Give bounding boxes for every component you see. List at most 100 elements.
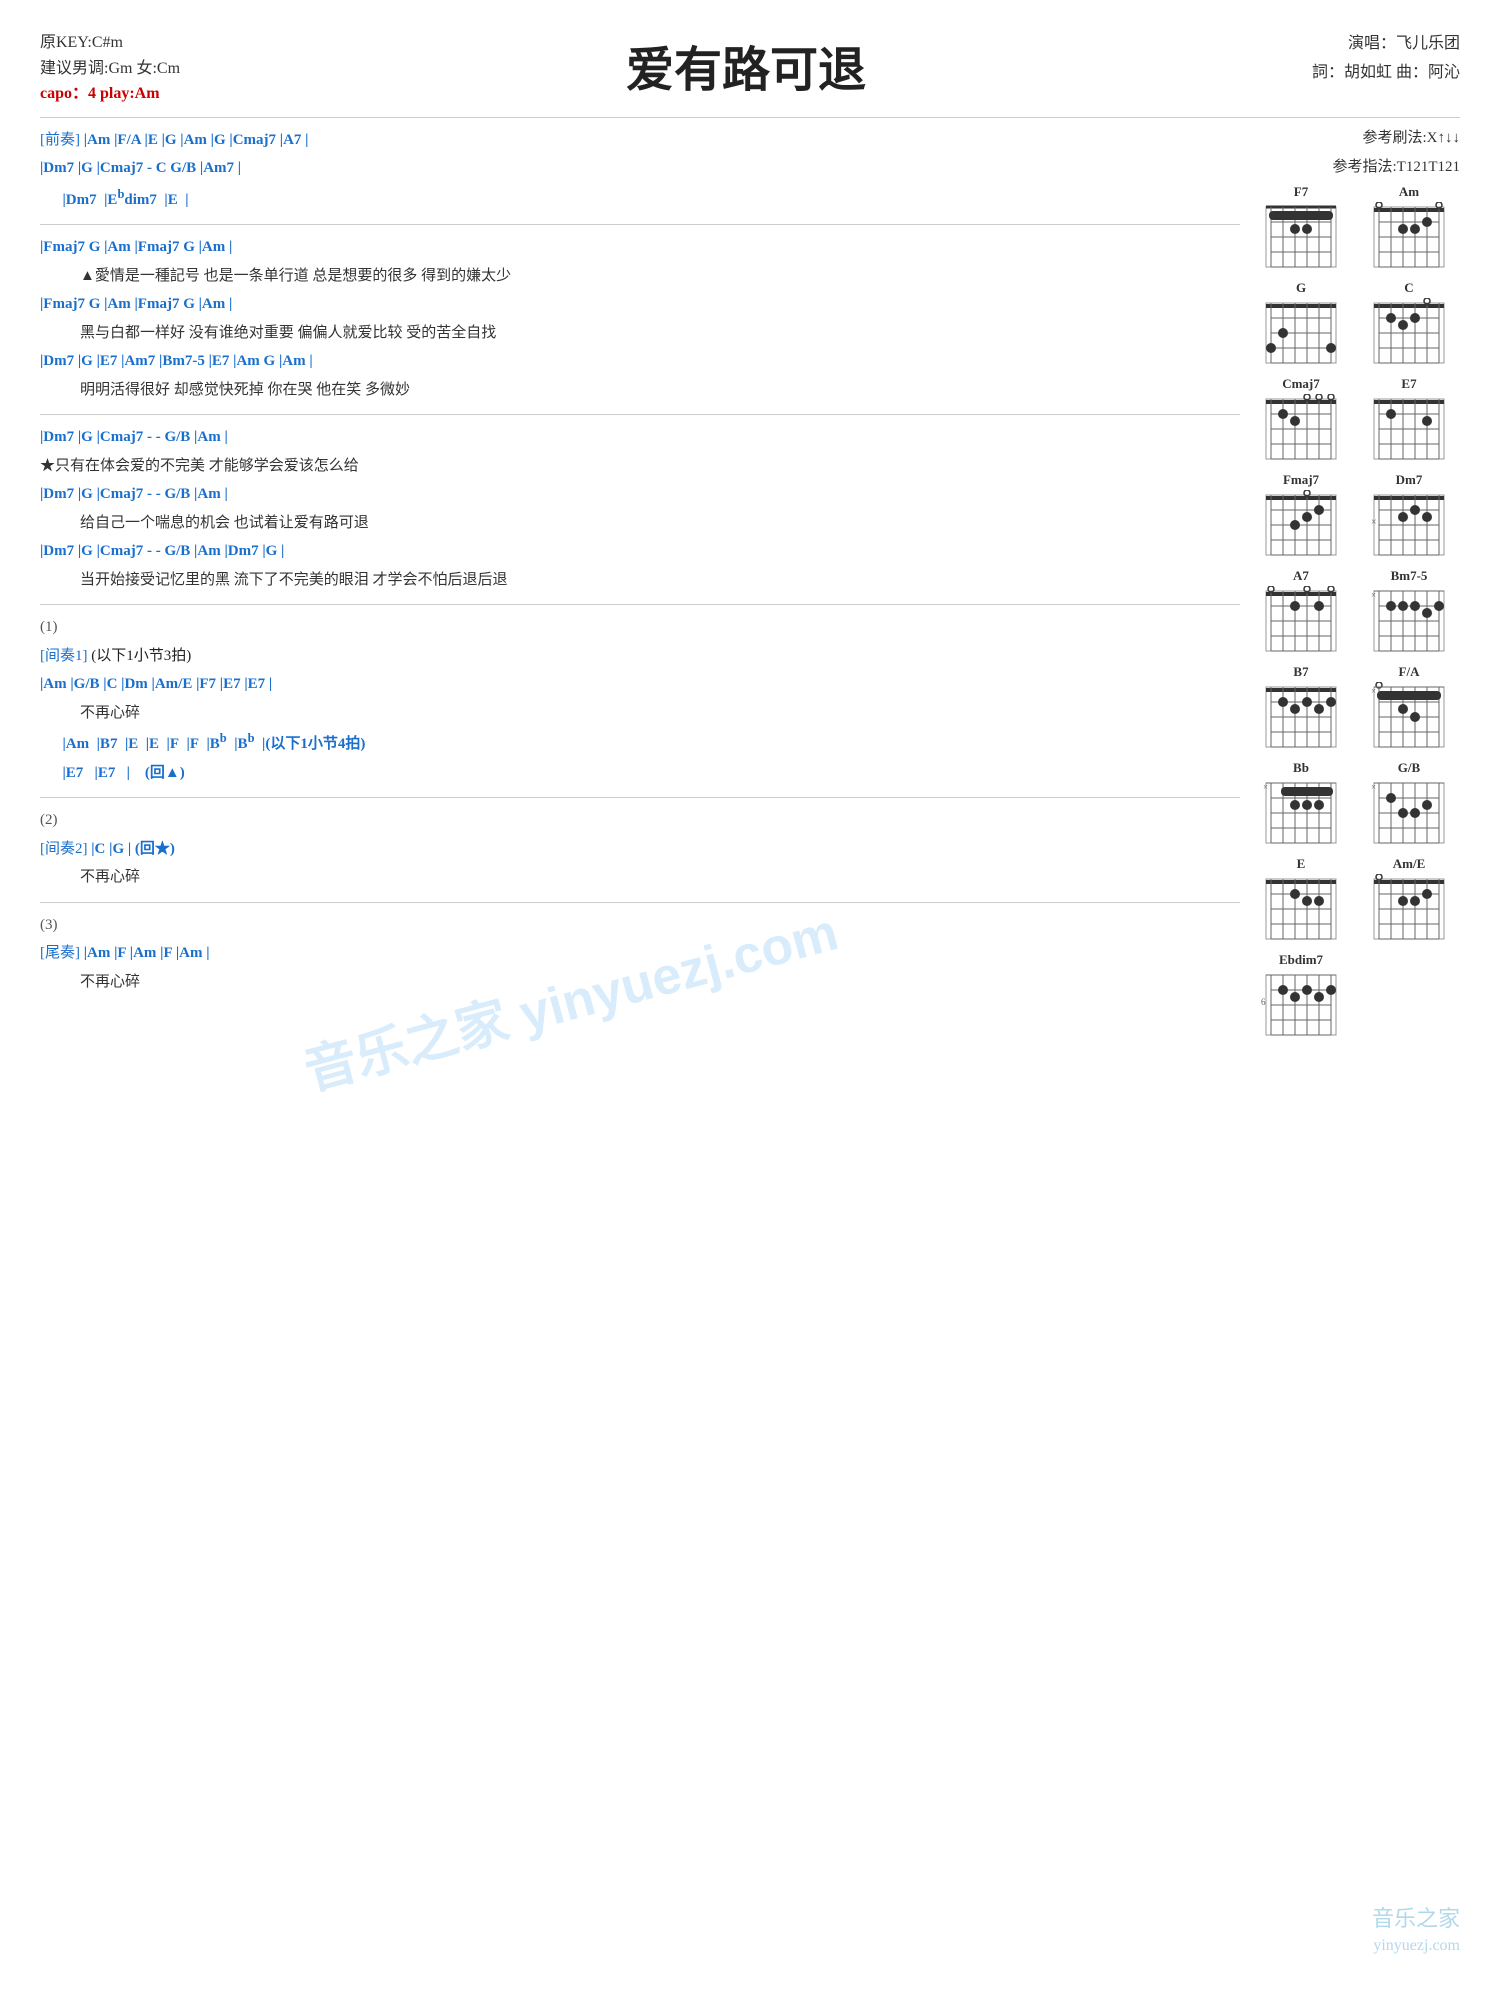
- chord-c-diagram: [1369, 298, 1449, 368]
- chord-ame-diagram: [1369, 874, 1449, 944]
- interlude1-line1: |Am |G/B |C |Dm |Am/E |F7 |E7 |E7 |: [40, 670, 1240, 699]
- interlude2-label: [间奏2]: [40, 841, 88, 857]
- page: 音乐之家 yinyuezj.com 音乐之家 yinyuezj.com 原KEY…: [0, 0, 1500, 1993]
- chord-a7-diagram: [1261, 586, 1341, 656]
- chord-c: C: [1358, 280, 1460, 368]
- chord-b7-diagram: [1261, 682, 1341, 752]
- divider5: [40, 902, 1240, 903]
- chord-cmaj7-diagram: [1261, 394, 1341, 464]
- interlude1-block: (1) [间奏1] (以下1小节3拍) |Am |G/B |C |Dm |Am/…: [40, 613, 1240, 787]
- chord-bb-name: Bb: [1293, 760, 1309, 776]
- chord-gb-diagram: ×: [1369, 778, 1449, 848]
- chord-b7: B7: [1250, 664, 1352, 752]
- interlude1-sub: (以下1小节3拍): [91, 648, 191, 664]
- chord-fmaj7-diagram: [1261, 490, 1341, 560]
- divider2: [40, 414, 1240, 415]
- chorus-lyrics2: 给自己一个喘息的机会 也试着让爱有路可退: [40, 509, 1240, 538]
- interlude1-lyric1: 不再心碎: [40, 699, 1240, 728]
- chord-bm7-5: Bm7-5 ×: [1358, 568, 1460, 656]
- chord-a7: A7: [1250, 568, 1352, 656]
- chord-fa: F/A ×: [1358, 664, 1460, 752]
- chord-cmaj7-name: Cmaj7: [1282, 376, 1320, 392]
- divider4: [40, 797, 1240, 798]
- header: 原KEY:C#m 建议男调:Gm 女:Cm capo：4 play:Am 爱有路…: [40, 30, 1460, 107]
- interlude2-header: [间奏2] |C |G | (回★): [40, 835, 1240, 864]
- key-original: 原KEY:C#m: [40, 30, 180, 56]
- interlude2-lyric1: 不再心碎: [40, 863, 1240, 892]
- svg-text:×: ×: [1371, 517, 1377, 528]
- outro-lyric1: 不再心碎: [40, 968, 1240, 997]
- chord-fmaj7-name: Fmaj7: [1283, 472, 1319, 488]
- chord-c-name: C: [1404, 280, 1413, 296]
- words-music: 詞：胡如虹 曲：阿沁: [1312, 59, 1460, 88]
- chord-g: G: [1250, 280, 1352, 368]
- outro-header: [尾奏] |Am |F |Am |F |Am |: [40, 939, 1240, 968]
- chord-g-diagram: [1261, 298, 1341, 368]
- main-content: [前奏] |Am |F/A |E |G |Am |G |Cmaj7 |A7 | …: [40, 126, 1460, 1040]
- chord-am: Am: [1358, 184, 1460, 272]
- chorus-chords3: |Dm7 |G |Cmaj7 - - G/B |Am |Dm7 |G |: [40, 537, 1240, 566]
- chord-b7-name: B7: [1293, 664, 1308, 680]
- prelude-chords2: |Dm7 |G |Cmaj7 - C G/B |Am7 |: [40, 154, 1240, 183]
- chorus-chords2: |Dm7 |G |Cmaj7 - - G/B |Am |: [40, 480, 1240, 509]
- chord-grid: F7: [1250, 184, 1460, 1040]
- chord-e-name: E: [1297, 856, 1306, 872]
- ref-strum: 参考刷法:X↑↓↓: [1250, 126, 1460, 147]
- verse1-lyrics3: 明明活得很好 却感觉快死掉 你在哭 他在笑 多微妙: [40, 376, 1240, 405]
- interlude1-line2: |Am |B7 |E |E |F |F |Bb |Bb |(以下1小节4拍): [40, 727, 1240, 759]
- header-left: 原KEY:C#m 建议男调:Gm 女:Cm capo：4 play:Am: [40, 30, 180, 107]
- chord-gb-name: G/B: [1398, 760, 1420, 776]
- paren3: (3): [40, 911, 1240, 940]
- watermark-url: yinyuezj.com: [1373, 1937, 1460, 1955]
- ref-fingering: 参考指法:T121T121: [1250, 155, 1460, 176]
- chord-sidebar: 参考刷法:X↑↓↓ 参考指法:T121T121 F7: [1250, 126, 1460, 1040]
- chord-bb: Bb ×: [1250, 760, 1352, 848]
- chord-bb-diagram: ×: [1261, 778, 1341, 848]
- chord-ebdim7: Ebdim7 6: [1250, 952, 1352, 1040]
- verse1-chords2: |Fmaj7 G |Am |Fmaj7 G |Am |: [40, 290, 1240, 319]
- verse1-lyrics2: 黑与白都一样好 没有谁绝对重要 偏偏人就爱比较 受的苦全自找: [40, 319, 1240, 348]
- verse1-chords3: |Dm7 |G |E7 |Am7 |Bm7-5 |E7 |Am G |Am |: [40, 347, 1240, 376]
- outro-block: (3) [尾奏] |Am |F |Am |F |Am | 不再心碎: [40, 911, 1240, 997]
- chord-am-name: Am: [1399, 184, 1419, 200]
- chord-dm7: Dm7 ×: [1358, 472, 1460, 560]
- chord-e7-diagram: [1369, 394, 1449, 464]
- divider3: [40, 604, 1240, 605]
- svg-text:6: 6: [1261, 997, 1266, 1007]
- outro-line1: |Am |F |Am |F |Am |: [84, 945, 210, 961]
- key-suggestion: 建议男调:Gm 女:Cm: [40, 56, 180, 82]
- chord-e-diagram: [1261, 874, 1341, 944]
- chord-f7-name: F7: [1294, 184, 1308, 200]
- chord-cmaj7: Cmaj7: [1250, 376, 1352, 464]
- sheet-area: [前奏] |Am |F/A |E |G |Am |G |Cmaj7 |A7 | …: [40, 126, 1240, 1040]
- watermark-logo: 音乐之家: [1372, 1901, 1460, 1933]
- interlude1-label: [间奏1]: [40, 648, 88, 664]
- chord-f7-diagram: [1261, 202, 1341, 272]
- chord-e7-name: E7: [1401, 376, 1416, 392]
- chord-e: E: [1250, 856, 1352, 944]
- prelude-block: [前奏] |Am |F/A |E |G |Am |G |Cmaj7 |A7 | …: [40, 126, 1240, 215]
- interlude1-line3: |E7 |E7 | (回▲): [40, 759, 1240, 788]
- header-center: 爱有路可退: [180, 30, 1312, 105]
- chord-fa-diagram: ×: [1369, 682, 1449, 752]
- chord-f7: F7: [1250, 184, 1352, 272]
- chord-a7-name: A7: [1293, 568, 1309, 584]
- chorus-chords1: |Dm7 |G |Cmaj7 - - G/B |Am |: [40, 423, 1240, 452]
- paren2: (2): [40, 806, 1240, 835]
- prelude-chords3: |Dm7 |Ebdim7 |E |: [40, 183, 1240, 215]
- prelude-chords1: |Am |F/A |E |G |Am |G |Cmaj7 |A7 |: [84, 132, 309, 148]
- chorus-block: |Dm7 |G |Cmaj7 - - G/B |Am | ★只有在体会爱的不完美…: [40, 423, 1240, 594]
- prelude-label: [前奏]: [40, 132, 80, 148]
- chord-dm7-diagram: ×: [1369, 490, 1449, 560]
- outro-label: [尾奏]: [40, 945, 80, 961]
- chord-gb: G/B ×: [1358, 760, 1460, 848]
- chorus-lyrics1: ★只有在体会爱的不完美 才能够学会爱该怎么给: [40, 452, 1240, 481]
- paren1: (1): [40, 613, 1240, 642]
- verse1-chords1: |Fmaj7 G |Am |Fmaj7 G |Am |: [40, 233, 1240, 262]
- chord-e7: E7: [1358, 376, 1460, 464]
- interlude2-block: (2) [间奏2] |C |G | (回★) 不再心碎: [40, 806, 1240, 892]
- chord-dm7-name: Dm7: [1396, 472, 1423, 488]
- capo-line: capo：4 play:Am: [40, 81, 180, 107]
- chord-g-name: G: [1296, 280, 1306, 296]
- header-divider: [40, 117, 1460, 118]
